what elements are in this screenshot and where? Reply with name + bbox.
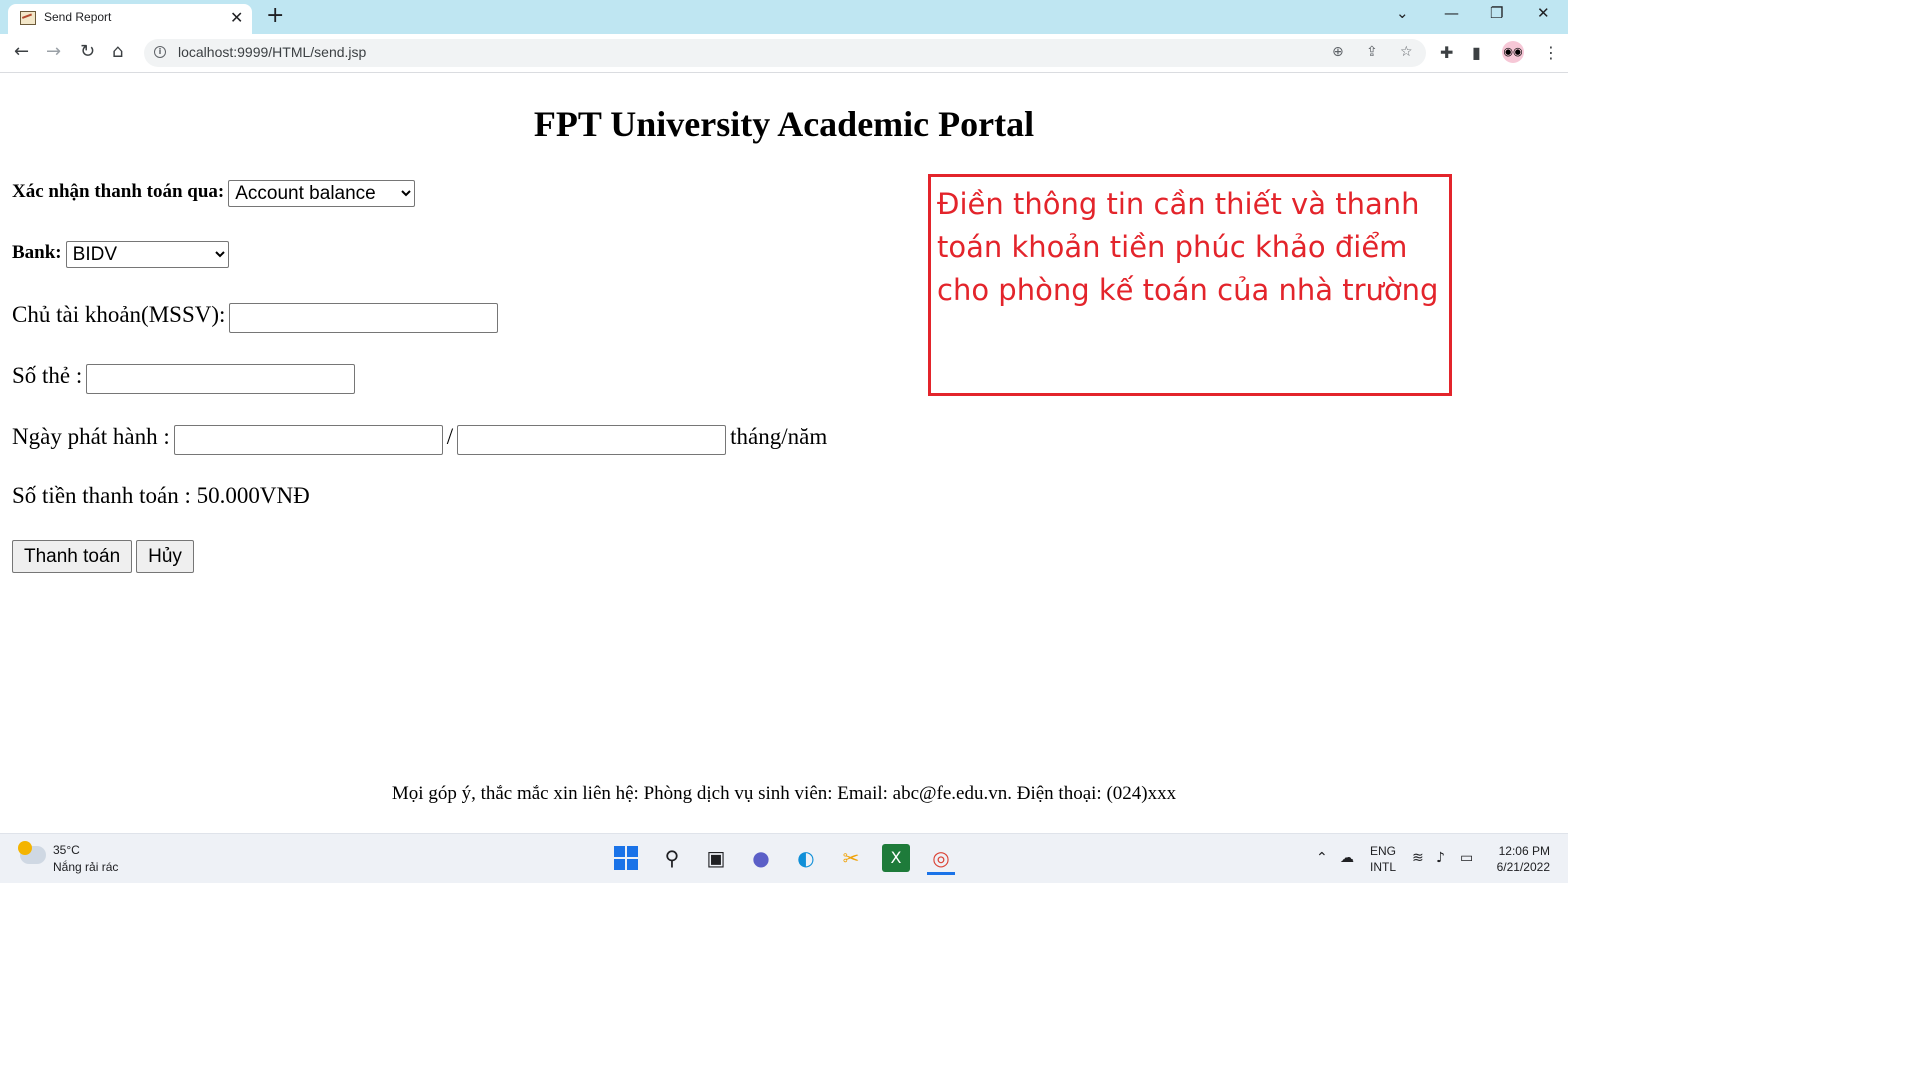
- amount-text: Số tiền thanh toán : 50.000VNĐ: [12, 483, 310, 508]
- browser-tab[interactable]: Send Report ✕: [8, 4, 252, 34]
- bank-label: Bank:: [12, 242, 62, 264]
- minimize-icon[interactable]: —: [1444, 4, 1459, 22]
- account-owner-row: Chủ tài khoản(MSSV):: [12, 302, 499, 334]
- browser-toolbar: ← → ↻ ⌂ i localhost:9999/HTML/send.jsp ⊕…: [0, 34, 1568, 73]
- taskbar-clock[interactable]: 12:06 PM 6/21/2022: [1490, 843, 1550, 875]
- start-tile: [614, 859, 625, 870]
- keyboard-layout: INTL: [1370, 860, 1397, 874]
- start-tile: [627, 846, 638, 857]
- task-view-icon[interactable]: ▣: [702, 844, 730, 872]
- chat-icon[interactable]: ●: [747, 844, 775, 872]
- payment-method-label: Xác nhận thanh toán qua:: [12, 181, 225, 203]
- card-number-label: Số thẻ :: [12, 363, 83, 388]
- pay-button[interactable]: Thanh toán: [12, 540, 133, 573]
- issue-year-input[interactable]: [457, 425, 727, 456]
- volume-icon[interactable]: ♪: [1436, 850, 1445, 866]
- profile-avatar-icon[interactable]: ◉◉: [1502, 41, 1524, 63]
- new-tab-icon[interactable]: +: [266, 4, 284, 28]
- page-footer: Mọi góp ý, thắc mắc xin liên hệ: Phòng d…: [391, 783, 1177, 804]
- amount-row: Số tiền thanh toán : 50.000VNĐ: [12, 483, 310, 509]
- onedrive-cloud-icon[interactable]: ☁: [1340, 850, 1354, 866]
- date-separator: /: [446, 424, 454, 449]
- account-owner-input[interactable]: [229, 303, 499, 334]
- battery-icon[interactable]: ▭: [1460, 850, 1473, 866]
- page-content: FPT University Academic Portal Xác nhận …: [0, 73, 1568, 833]
- clock-time: 12:06 PM: [1498, 844, 1550, 858]
- input-language-indicator[interactable]: ENG INTL: [1370, 843, 1396, 875]
- zoom-icon[interactable]: ⊕: [1332, 44, 1344, 60]
- weather-description[interactable]: Nắng rải rác: [53, 860, 118, 874]
- payment-method-row: Xác nhận thanh toán qua: Account balance: [12, 180, 416, 207]
- url-text[interactable]: localhost:9999/HTML/send.jsp: [178, 44, 366, 60]
- close-window-icon[interactable]: ✕: [1537, 4, 1550, 22]
- show-hidden-icons-chevron-icon[interactable]: ⌃: [1316, 850, 1328, 866]
- start-tile: [627, 859, 638, 870]
- tab-title: Send Report: [44, 10, 112, 24]
- excel-icon[interactable]: X: [882, 844, 910, 872]
- back-icon[interactable]: ←: [14, 42, 29, 62]
- page-favicon-icon: [20, 11, 36, 25]
- card-number-input[interactable]: [86, 364, 356, 395]
- page-title: FPT University Academic Portal: [533, 104, 1035, 144]
- address-bar[interactable]: i localhost:9999/HTML/send.jsp ⊕ ⇪ ☆: [144, 39, 1426, 67]
- edge-icon[interactable]: ◐: [792, 844, 820, 872]
- chrome-icon[interactable]: ◎: [927, 844, 955, 875]
- restore-icon[interactable]: ❐: [1490, 4, 1503, 22]
- account-owner-label: Chủ tài khoản(MSSV):: [12, 302, 226, 327]
- issue-month-input[interactable]: [173, 425, 443, 456]
- reload-icon[interactable]: ↻: [80, 42, 95, 62]
- home-icon[interactable]: ⌂: [112, 42, 123, 62]
- language-code: ENG: [1370, 844, 1397, 858]
- share-icon[interactable]: ⇪: [1366, 44, 1378, 60]
- browser-tab-bar: Send Report ✕ + ⌄ — ❐ ✕: [0, 0, 1568, 34]
- tab-search-chevron-icon[interactable]: ⌄: [1396, 4, 1409, 22]
- close-tab-icon[interactable]: ✕: [230, 8, 243, 27]
- instruction-annotation-box: Điền thông tin cần thiết và thanh toán k…: [928, 174, 1452, 396]
- windows-start-icon[interactable]: [614, 846, 638, 870]
- side-panel-icon[interactable]: ▮: [1472, 43, 1481, 62]
- forward-icon[interactable]: →: [46, 42, 61, 62]
- cancel-button[interactable]: Hủy: [136, 540, 194, 573]
- issue-date-label: Ngày phát hành :: [12, 424, 170, 449]
- start-tile: [614, 846, 625, 857]
- clock-date: 6/21/2022: [1496, 860, 1550, 874]
- bookmark-star-icon[interactable]: ☆: [1400, 44, 1413, 60]
- card-number-row: Số thẻ :: [12, 363, 356, 395]
- site-info-icon[interactable]: i: [154, 46, 166, 58]
- search-icon[interactable]: ⚲: [658, 844, 686, 872]
- snipping-tool-icon[interactable]: ✂: [837, 844, 865, 872]
- wifi-icon[interactable]: ≋: [1412, 850, 1424, 866]
- bank-select[interactable]: BIDV: [65, 241, 229, 268]
- issue-date-row: Ngày phát hành : / tháng/năm: [12, 424, 828, 456]
- extensions-icon[interactable]: ✚: [1440, 43, 1453, 62]
- payment-method-select[interactable]: Account balance: [228, 180, 416, 207]
- bank-row: Bank: BIDV: [12, 241, 229, 268]
- weather-cloud-sun-icon[interactable]: [18, 841, 46, 864]
- weather-temperature[interactable]: 35°C: [53, 843, 80, 857]
- windows-taskbar: 35°C Nắng rải rác ⚲ ▣ ● ◐ ✂ X ◎ ⌃ ☁ ENG …: [0, 833, 1568, 883]
- menu-kebab-icon[interactable]: ⋮: [1543, 43, 1559, 62]
- date-format-hint: tháng/năm: [730, 424, 828, 449]
- action-buttons: Thanh toán Hủy: [12, 540, 194, 573]
